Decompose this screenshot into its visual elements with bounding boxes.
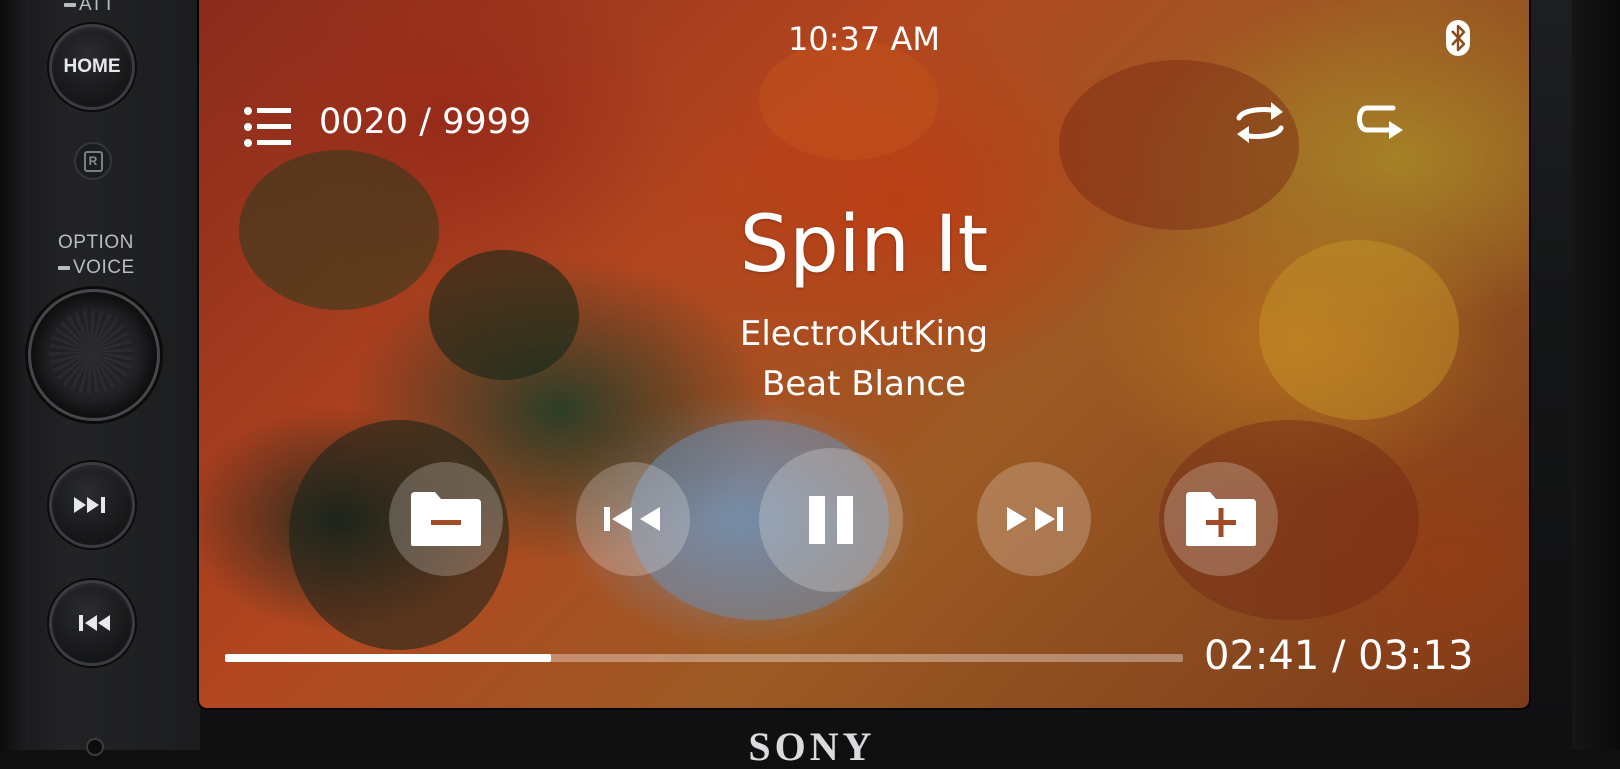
previous-track-button[interactable] [576, 462, 690, 576]
list-icon[interactable] [243, 106, 293, 148]
next-track-icon [1007, 507, 1063, 531]
pause-icon [809, 496, 853, 544]
bezel-edge [0, 0, 28, 750]
home-button[interactable]: HOME [49, 24, 135, 110]
att-label: ATT [64, 0, 115, 16]
shuffle-icon[interactable] [1233, 100, 1287, 146]
track-counter: 0020 / 9999 [319, 102, 532, 142]
bluetooth-icon [1446, 20, 1470, 56]
folder-plus-icon [1186, 492, 1256, 546]
right-bezel [1572, 0, 1620, 750]
previous-track-icon [604, 507, 660, 531]
home-button-label: HOME [63, 56, 121, 77]
voice-label: VOICE [58, 257, 135, 279]
previous-track-icon [79, 615, 110, 631]
option-label: OPTION [58, 232, 134, 253]
dash-mark [58, 265, 70, 270]
volume-knob[interactable] [28, 289, 160, 421]
r-glyph: R [83, 150, 103, 172]
artist-name: ElectroKutKing [739, 314, 989, 354]
next-track-button[interactable] [977, 462, 1091, 576]
car-stereo-head-unit: ATT HOME R OPTION VOICE 10:37 AM 0020 / … [0, 0, 1620, 767]
progress-fill [225, 654, 551, 662]
remote-sensor-icon: R [74, 142, 112, 180]
time-readout: 02:41 / 03:13 [1204, 633, 1474, 679]
folder-down-button[interactable] [389, 462, 503, 576]
song-title: Spin It [739, 200, 989, 290]
repeat-icon[interactable] [1353, 100, 1407, 146]
clock: 10:37 AM [788, 20, 940, 58]
pause-button[interactable] [759, 448, 903, 592]
next-track-icon [74, 497, 105, 513]
touch-screen: 10:37 AM 0020 / 9999 Spin It ElectroKutK… [197, 0, 1531, 710]
hardware-next-button[interactable] [49, 462, 135, 548]
album-name: Beat Blance [762, 364, 966, 404]
hardware-previous-button[interactable] [49, 580, 135, 666]
artwork-splatter [759, 40, 939, 160]
folder-up-button[interactable] [1164, 462, 1278, 576]
brand-logo: SONY [748, 724, 876, 769]
folder-minus-icon [411, 492, 481, 546]
dash-mark [64, 2, 76, 7]
microphone-hole [86, 738, 104, 756]
progress-bar[interactable] [225, 654, 1183, 662]
